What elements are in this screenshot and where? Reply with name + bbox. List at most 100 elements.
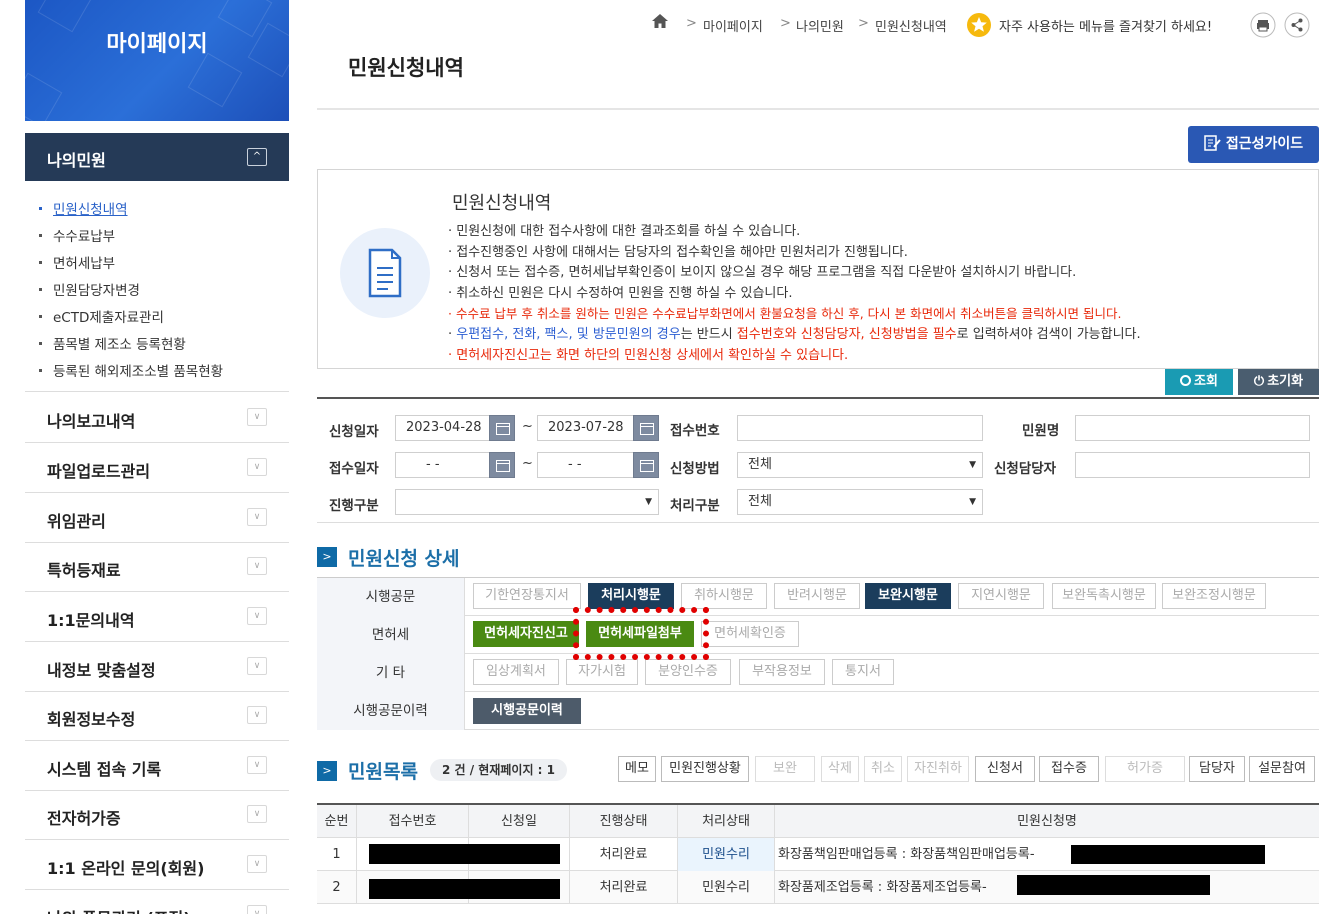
title-divider bbox=[317, 108, 1319, 110]
receipt-no-label: 접수번호 bbox=[670, 423, 720, 439]
sidebar-sub-item-complaint-history[interactable]: 민원신청내역 bbox=[25, 198, 289, 225]
share-icon[interactable] bbox=[1284, 12, 1310, 42]
sidebar-menu-item[interactable]: 나의 품목관리 (표적) ∨ bbox=[25, 890, 289, 914]
process-label: 처리구분 bbox=[670, 498, 720, 514]
license-tax-certificate-button[interactable]: 면허세확인증 bbox=[701, 621, 799, 647]
column-header: 순번 bbox=[317, 805, 357, 838]
sidebar-sub-item-ectd[interactable]: eCTD제출자료관리 bbox=[25, 306, 289, 333]
method-select[interactable]: 전체 ▼ bbox=[737, 452, 983, 478]
info-title: 민원신청내역 bbox=[452, 193, 552, 214]
menu-label: 전자허가증 bbox=[47, 809, 121, 828]
receipt-button[interactable]: 접수증 bbox=[1039, 756, 1099, 782]
side-effect-info-button[interactable]: 부작용정보 bbox=[739, 659, 825, 685]
section-arrow-icon: > bbox=[317, 547, 337, 567]
sidebar-menu-item[interactable]: 1:1문의내역 ∨ bbox=[25, 592, 289, 642]
sidebar-sub-item-foreign-manufacturer[interactable]: 등록된 해외제조소별 품목현황 bbox=[25, 360, 289, 387]
accessibility-guide-button[interactable]: 접근성가이드 bbox=[1188, 126, 1319, 163]
memo-button[interactable]: 메모 bbox=[618, 756, 656, 782]
info-text-red: 접수번호와 신청담당자, 신청방법을 필수 bbox=[736, 327, 957, 342]
manager-button[interactable]: 담당자 bbox=[1189, 756, 1245, 782]
breadcrumb-item[interactable]: 민원신청내역 bbox=[875, 16, 947, 35]
receipt-date-label: 접수일자 bbox=[329, 461, 379, 477]
cell-result: 민원수리 bbox=[678, 838, 775, 871]
sidebar-menu-item[interactable]: 위임관리 ∨ bbox=[25, 493, 289, 543]
info-line: · 신청서 또는 접수증, 면허세납부확인증이 보이지 않으실 경우 해당 프로… bbox=[448, 265, 1077, 280]
breadcrumb-item[interactable]: 나의민원 bbox=[796, 16, 844, 35]
permit-button[interactable]: 허가증 bbox=[1105, 756, 1185, 782]
chevron-down-icon: ∨ bbox=[247, 706, 267, 724]
process-value: 전체 bbox=[748, 494, 772, 509]
collapse-icon[interactable]: ^ bbox=[247, 148, 267, 166]
range-tilde: ~ bbox=[522, 456, 533, 471]
sidebar-sub-item-change-manager[interactable]: 민원담당자변경 bbox=[25, 279, 289, 306]
sidebar-menu-item[interactable]: 1:1 온라인 문의(회원) ∨ bbox=[25, 840, 289, 890]
application-form-button[interactable]: 신청서 bbox=[975, 756, 1035, 782]
delay-notice-button[interactable]: 지연시행문 bbox=[958, 583, 1044, 609]
transfer-receipt-button[interactable]: 분양인수증 bbox=[645, 659, 731, 685]
supplement-reminder-button[interactable]: 보완독촉시행문 bbox=[1052, 583, 1156, 609]
cell-no: 2 bbox=[317, 871, 357, 904]
info-line-mixed: · 우편접수, 전화, 팩스, 및 방문민원의 경우는 반드시 접수번호와 신청… bbox=[448, 323, 1141, 342]
notification-button[interactable]: 통지서 bbox=[832, 659, 894, 685]
chevron-down-icon: ∨ bbox=[247, 905, 267, 914]
process-select[interactable]: 전체 ▼ bbox=[737, 489, 983, 515]
calendar-icon[interactable] bbox=[633, 415, 659, 441]
sidebar-menu-item[interactable]: 나의보고내역 ∨ bbox=[25, 393, 289, 443]
info-text: 로 입력하셔야 검색이 가능합니다. bbox=[956, 327, 1141, 342]
print-icon[interactable] bbox=[1250, 12, 1276, 42]
notice-history-button[interactable]: 시행공문이력 bbox=[473, 698, 581, 724]
clinical-plan-button[interactable]: 임상계획서 bbox=[473, 659, 559, 685]
survey-button[interactable]: 설문참여 bbox=[1249, 756, 1315, 782]
menu-label: 내정보 맞춤설정 bbox=[47, 661, 156, 680]
dropdown-arrow-icon: ▼ bbox=[969, 460, 976, 470]
self-test-button[interactable]: 자가시험 bbox=[566, 659, 638, 685]
sidebar-sub-item-license-tax[interactable]: 면허세납부 bbox=[25, 252, 289, 279]
extension-notice-button[interactable]: 기한연장통지서 bbox=[473, 583, 581, 609]
favorite-hint-text: 자주 사용하는 메뉴를 즐겨찾기 하세요! bbox=[999, 20, 1213, 35]
withdraw-notice-button[interactable]: 취하시행문 bbox=[681, 583, 767, 609]
sidebar-menu-item[interactable]: 시스템 접속 기록 ∨ bbox=[25, 741, 289, 791]
supplement-button[interactable]: 보완 bbox=[755, 756, 815, 782]
sidebar-menu-item[interactable]: 전자허가증 ∨ bbox=[25, 790, 289, 840]
supplement-notice-button[interactable]: 보완시행문 bbox=[865, 583, 951, 609]
process-notice-button[interactable]: 처리시행문 bbox=[588, 583, 674, 609]
sidebar-menu-item[interactable]: 회원정보수정 ∨ bbox=[25, 691, 289, 741]
delete-button[interactable]: 삭제 bbox=[821, 756, 859, 782]
breadcrumb-separator-icon: > bbox=[686, 16, 697, 31]
chevron-down-icon: ∨ bbox=[247, 607, 267, 625]
reset-button[interactable]: ⏻ 초기화 bbox=[1238, 369, 1319, 395]
sidebar-menu-item[interactable]: 특허등재료 ∨ bbox=[25, 542, 289, 592]
sidebar-sub-item-fee-payment[interactable]: 수수료납부 bbox=[25, 225, 289, 252]
calendar-icon[interactable] bbox=[489, 415, 515, 441]
menu-label: 시스템 접속 기록 bbox=[47, 760, 162, 779]
table-row[interactable]: 2 처리완료 민원수리 화장품제조업등록 : 화장품제조업등록- bbox=[317, 871, 1319, 904]
sidebar-menu-item[interactable]: 파일업로드관리 ∨ bbox=[25, 443, 289, 493]
column-header: 접수번호 bbox=[357, 805, 469, 838]
license-tax-self-report-button[interactable]: 면허세자진신고 bbox=[473, 621, 579, 647]
progress-label: 진행구분 bbox=[329, 498, 379, 514]
supplement-adjust-button[interactable]: 보완조정시행문 bbox=[1162, 583, 1266, 609]
receipt-no-input[interactable] bbox=[737, 415, 983, 441]
calendar-icon[interactable] bbox=[489, 452, 515, 478]
calendar-icon[interactable] bbox=[633, 452, 659, 478]
breadcrumb-item[interactable]: 마이페이지 bbox=[703, 16, 763, 35]
search-button[interactable]: 조회 bbox=[1165, 369, 1233, 395]
menu-label: 회원정보수정 bbox=[47, 710, 136, 729]
home-icon[interactable] bbox=[652, 14, 668, 32]
progress-select[interactable]: ▼ bbox=[395, 489, 659, 515]
redaction-block bbox=[1017, 875, 1210, 895]
complaint-name-input[interactable] bbox=[1075, 415, 1310, 441]
reject-notice-button[interactable]: 반려시행문 bbox=[774, 583, 860, 609]
table-row[interactable]: 1 처리완료 민원수리 화장품책임판매업등록 : 화장품책임판매업등록- bbox=[317, 838, 1319, 871]
sidebar-sub-item-manufacturer-status[interactable]: 품목별 제조소 등록현황 bbox=[25, 333, 289, 360]
sidebar-menu-item[interactable]: 내정보 맞춤설정 ∨ bbox=[25, 642, 289, 692]
star-icon[interactable] bbox=[966, 12, 992, 42]
self-withdraw-button[interactable]: 자진취하 bbox=[907, 756, 969, 782]
info-line-warning: · 수수료 납부 후 취소를 원하는 민원은 수수료납부화면에서 환불요청을 하… bbox=[448, 306, 1122, 321]
sidebar-section-my-complaints[interactable]: 나의민원 ^ bbox=[25, 133, 289, 181]
manager-input[interactable] bbox=[1075, 452, 1310, 478]
range-tilde: ~ bbox=[522, 419, 533, 434]
progress-status-button[interactable]: 민원진행상황 bbox=[661, 756, 749, 782]
cancel-button[interactable]: 취소 bbox=[864, 756, 902, 782]
list-section-title: 민원목록 bbox=[348, 761, 418, 783]
